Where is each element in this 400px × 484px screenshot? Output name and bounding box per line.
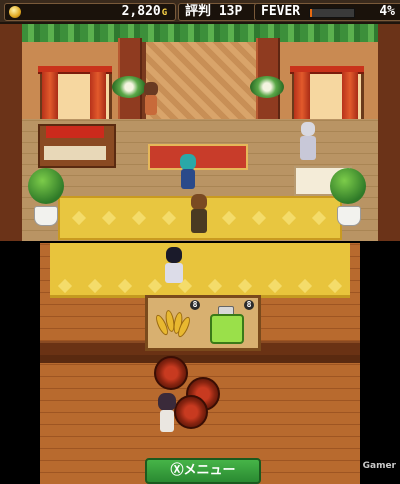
shop-room-scene[interactable] [0,24,400,241]
curtain [42,72,58,122]
potted-plant-icon [330,168,366,204]
counter-drawer [44,146,106,160]
adventurer-character[interactable] [188,194,210,236]
fever-percent: 4% [379,4,395,19]
green-bottle-icon[interactable] [208,306,244,344]
entrance-rug [148,144,248,170]
barrel-icon [174,395,208,429]
reputation-display: 評判 13P [178,3,258,21]
watermark-logo: Gamer [362,461,396,471]
status-bar: 2,820G 評判 13P FEVER 4% [0,0,400,24]
customer-character[interactable] [142,82,160,118]
yellow-carpet [50,243,350,298]
item-count: 8 [244,300,254,310]
counter-rail [40,355,360,363]
plant-pot [337,206,361,226]
fever-gauge-fill [310,9,312,17]
fever-gauge [309,8,355,18]
curtain [90,72,106,122]
potted-plant-icon [28,168,64,204]
barrel-icon [154,356,188,390]
plant-pot [34,206,58,226]
reputation-label: 評判 [185,4,212,19]
side-wall [378,24,400,241]
coin-icon [9,6,21,18]
hanging-plant-icon [250,76,284,98]
fever-display: FEVER 4% [254,3,400,21]
fever-label: FEVER [261,4,301,19]
customer-character[interactable] [162,247,186,285]
curtain [294,72,310,122]
menu-button[interactable]: Ⓧメニュー [145,458,261,484]
item-count: 8 [190,300,200,310]
hanging-plant-icon [112,76,146,98]
gold-value: 2,820 [121,4,161,19]
side-wall [0,24,22,241]
gold-display: 2,820G [4,3,176,21]
curtain [342,72,358,122]
shop-counter-view[interactable]: 8 8 Ⓧメニュー [40,243,360,484]
counter-cloth [46,126,104,138]
customer-character[interactable] [178,154,198,192]
elder-customer-character[interactable] [298,122,318,162]
display-shelf[interactable]: 8 8 [145,295,261,351]
reputation-value: 13P [218,4,243,19]
gold-unit: G [161,8,168,18]
wheat-icon[interactable] [153,304,193,340]
shopkeeper-character[interactable] [156,393,178,435]
leaf-garland [0,24,400,42]
